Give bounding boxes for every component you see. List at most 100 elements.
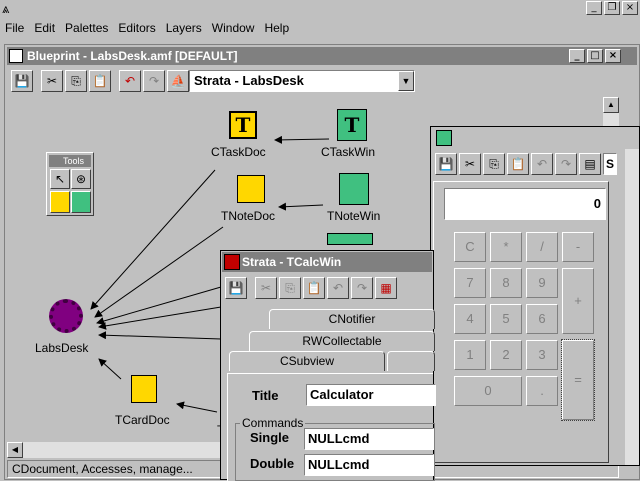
tab-rwcollectable[interactable]: RWCollectable: [249, 331, 435, 351]
calc-paste-icon[interactable]: 📋: [507, 153, 529, 175]
save-icon[interactable]: 💾: [11, 70, 33, 92]
document-tool-icon[interactable]: [50, 191, 70, 213]
title-label: Title: [252, 388, 279, 403]
menu-palettes[interactable]: Palettes: [60, 21, 113, 35]
pointer-tool-icon[interactable]: ↖: [50, 169, 70, 189]
menu-editors[interactable]: Editors: [113, 21, 160, 35]
strata-cut-icon[interactable]: ✂: [255, 277, 277, 299]
blueprint-minimize-button[interactable]: _: [569, 49, 585, 63]
strata-title-bar[interactable]: Strata - TCalcWin: [222, 252, 432, 272]
key-5[interactable]: 5: [490, 304, 522, 334]
blueprint-window-icon[interactable]: [9, 49, 23, 63]
key-7[interactable]: 7: [454, 268, 486, 298]
undo-icon[interactable]: ↶: [119, 70, 141, 92]
blueprint-title: Blueprint - LabsDesk.amf [DEFAULT]: [27, 49, 238, 63]
menu-edit[interactable]: Edit: [29, 21, 60, 35]
single-field[interactable]: NULLcmd: [304, 428, 434, 450]
link-tool-icon[interactable]: ⊛: [71, 169, 91, 189]
calc-undo-icon[interactable]: ↶: [531, 153, 553, 175]
key-minus[interactable]: -: [562, 232, 594, 262]
strata-layer-icon[interactable]: ▦: [375, 277, 397, 299]
app-title-bar: ⩓ _ ❐ ×: [0, 0, 640, 18]
window-tool-icon[interactable]: [71, 191, 91, 213]
key-0[interactable]: 0: [454, 376, 522, 406]
commands-label: Commands: [240, 416, 306, 430]
key-4[interactable]: 4: [454, 304, 486, 334]
key-1[interactable]: 1: [454, 340, 486, 370]
double-field[interactable]: NULLcmd: [304, 454, 434, 476]
blueprint-maximize-button[interactable]: □: [587, 49, 603, 63]
key-8[interactable]: 8: [490, 268, 522, 298]
calc-combo-fragment[interactable]: S: [603, 153, 617, 175]
tnotedoc-icon[interactable]: [237, 175, 265, 203]
key-6[interactable]: 6: [526, 304, 558, 334]
strata-window: Strata - TCalcWin 💾 ✂ ⎘ 📋 ↶ ↷ ▦ CNotifie…: [220, 250, 436, 481]
strata-redo-icon[interactable]: ↷: [351, 277, 373, 299]
link-tnotedoc-labsdesk: [94, 226, 224, 318]
calc-save-icon[interactable]: 💾: [435, 153, 457, 175]
strata-window-icon[interactable]: [224, 254, 240, 270]
key-equals[interactable]: =: [561, 339, 595, 421]
tools-palette-title[interactable]: Tools: [49, 155, 91, 167]
calculator-toolbar: 💾 ✂ ⎘ 📋 ↶ ↷ ▤ S: [435, 151, 617, 177]
close-button[interactable]: ×: [622, 1, 638, 15]
calculator-window: 💾 ✂ ⎘ 📋 ↶ ↷ ▤ S 0 C * / - 7 8 9 + 4 5 6 …: [430, 126, 640, 466]
calculator-title-bar[interactable]: [432, 128, 638, 148]
scroll-up-icon[interactable]: ▲: [603, 97, 619, 113]
status-text: CDocument, Accesses, manage...: [12, 462, 193, 476]
key-plus[interactable]: +: [562, 268, 594, 334]
calc-redo-icon[interactable]: ↷: [555, 153, 577, 175]
cut-icon[interactable]: ✂: [41, 70, 63, 92]
calc-cut-icon[interactable]: ✂: [459, 153, 481, 175]
strata-save-icon[interactable]: 💾: [225, 277, 247, 299]
calc-properties-icon[interactable]: ▤: [579, 153, 601, 175]
blueprint-title-bar[interactable]: Blueprint - LabsDesk.amf [DEFAULT] _ □ ×: [7, 47, 637, 65]
strata-copy-icon[interactable]: ⎘: [279, 277, 301, 299]
blueprint-close-button[interactable]: ×: [605, 49, 621, 63]
redo-icon[interactable]: ↷: [143, 70, 165, 92]
menubar: File Edit Palettes Editors Layers Window…: [0, 18, 640, 38]
key-multiply[interactable]: *: [490, 232, 522, 262]
partial-window-icon[interactable]: [327, 233, 373, 245]
tab-csubview[interactable]: CSubview: [229, 351, 385, 371]
key-divide[interactable]: /: [526, 232, 558, 262]
link-tcarddoc-labsdesk: [98, 358, 122, 380]
tools-palette: Tools ↖ ⊛: [46, 152, 94, 216]
key-9[interactable]: 9: [526, 268, 558, 298]
title-field[interactable]: Calculator: [306, 384, 436, 406]
scroll-left-icon[interactable]: ◀: [7, 442, 23, 458]
double-label: Double: [250, 456, 295, 471]
menu-window[interactable]: Window: [207, 21, 260, 35]
menu-layers[interactable]: Layers: [161, 21, 207, 35]
ctaskwin-icon[interactable]: T: [337, 109, 367, 141]
menu-file[interactable]: File: [0, 21, 29, 35]
build-icon[interactable]: ⛵: [167, 70, 189, 92]
menu-help[interactable]: Help: [259, 21, 294, 35]
calc-copy-icon[interactable]: ⎘: [483, 153, 505, 175]
key-clear[interactable]: C: [454, 232, 486, 262]
calculator-vertical-scrollbar[interactable]: [625, 149, 639, 465]
tab-cnotifier[interactable]: CNotifier: [269, 309, 435, 329]
calculator-window-icon[interactable]: [436, 130, 452, 146]
link-ctaskwin-ctaskdoc: [274, 135, 330, 144]
paste-icon[interactable]: 📋: [89, 70, 111, 92]
layer-combo[interactable]: Strata - LabsDesk ▼: [189, 70, 415, 92]
chevron-down-icon[interactable]: ▼: [398, 71, 414, 91]
node-label-tnotedoc: TNoteDoc: [221, 209, 276, 223]
app-logo-icon[interactable]: ⩓: [2, 1, 9, 17]
tab-active[interactable]: [387, 351, 435, 371]
labsdesk-gear-icon[interactable]: [49, 299, 83, 333]
key-decimal[interactable]: .: [526, 376, 558, 406]
strata-undo-icon[interactable]: ↶: [327, 277, 349, 299]
key-2[interactable]: 2: [490, 340, 522, 370]
strata-title: Strata - TCalcWin: [242, 255, 342, 269]
copy-icon[interactable]: ⎘: [65, 70, 87, 92]
layer-combo-value: Strata - LabsDesk: [194, 73, 304, 88]
tcarddoc-icon[interactable]: [131, 375, 157, 403]
tnotewin-icon[interactable]: [339, 173, 369, 205]
ctaskdoc-icon[interactable]: T: [229, 111, 257, 139]
minimize-button[interactable]: _: [586, 1, 602, 15]
key-3[interactable]: 3: [526, 340, 558, 370]
strata-paste-icon[interactable]: 📋: [303, 277, 325, 299]
restore-button[interactable]: ❐: [604, 1, 620, 15]
